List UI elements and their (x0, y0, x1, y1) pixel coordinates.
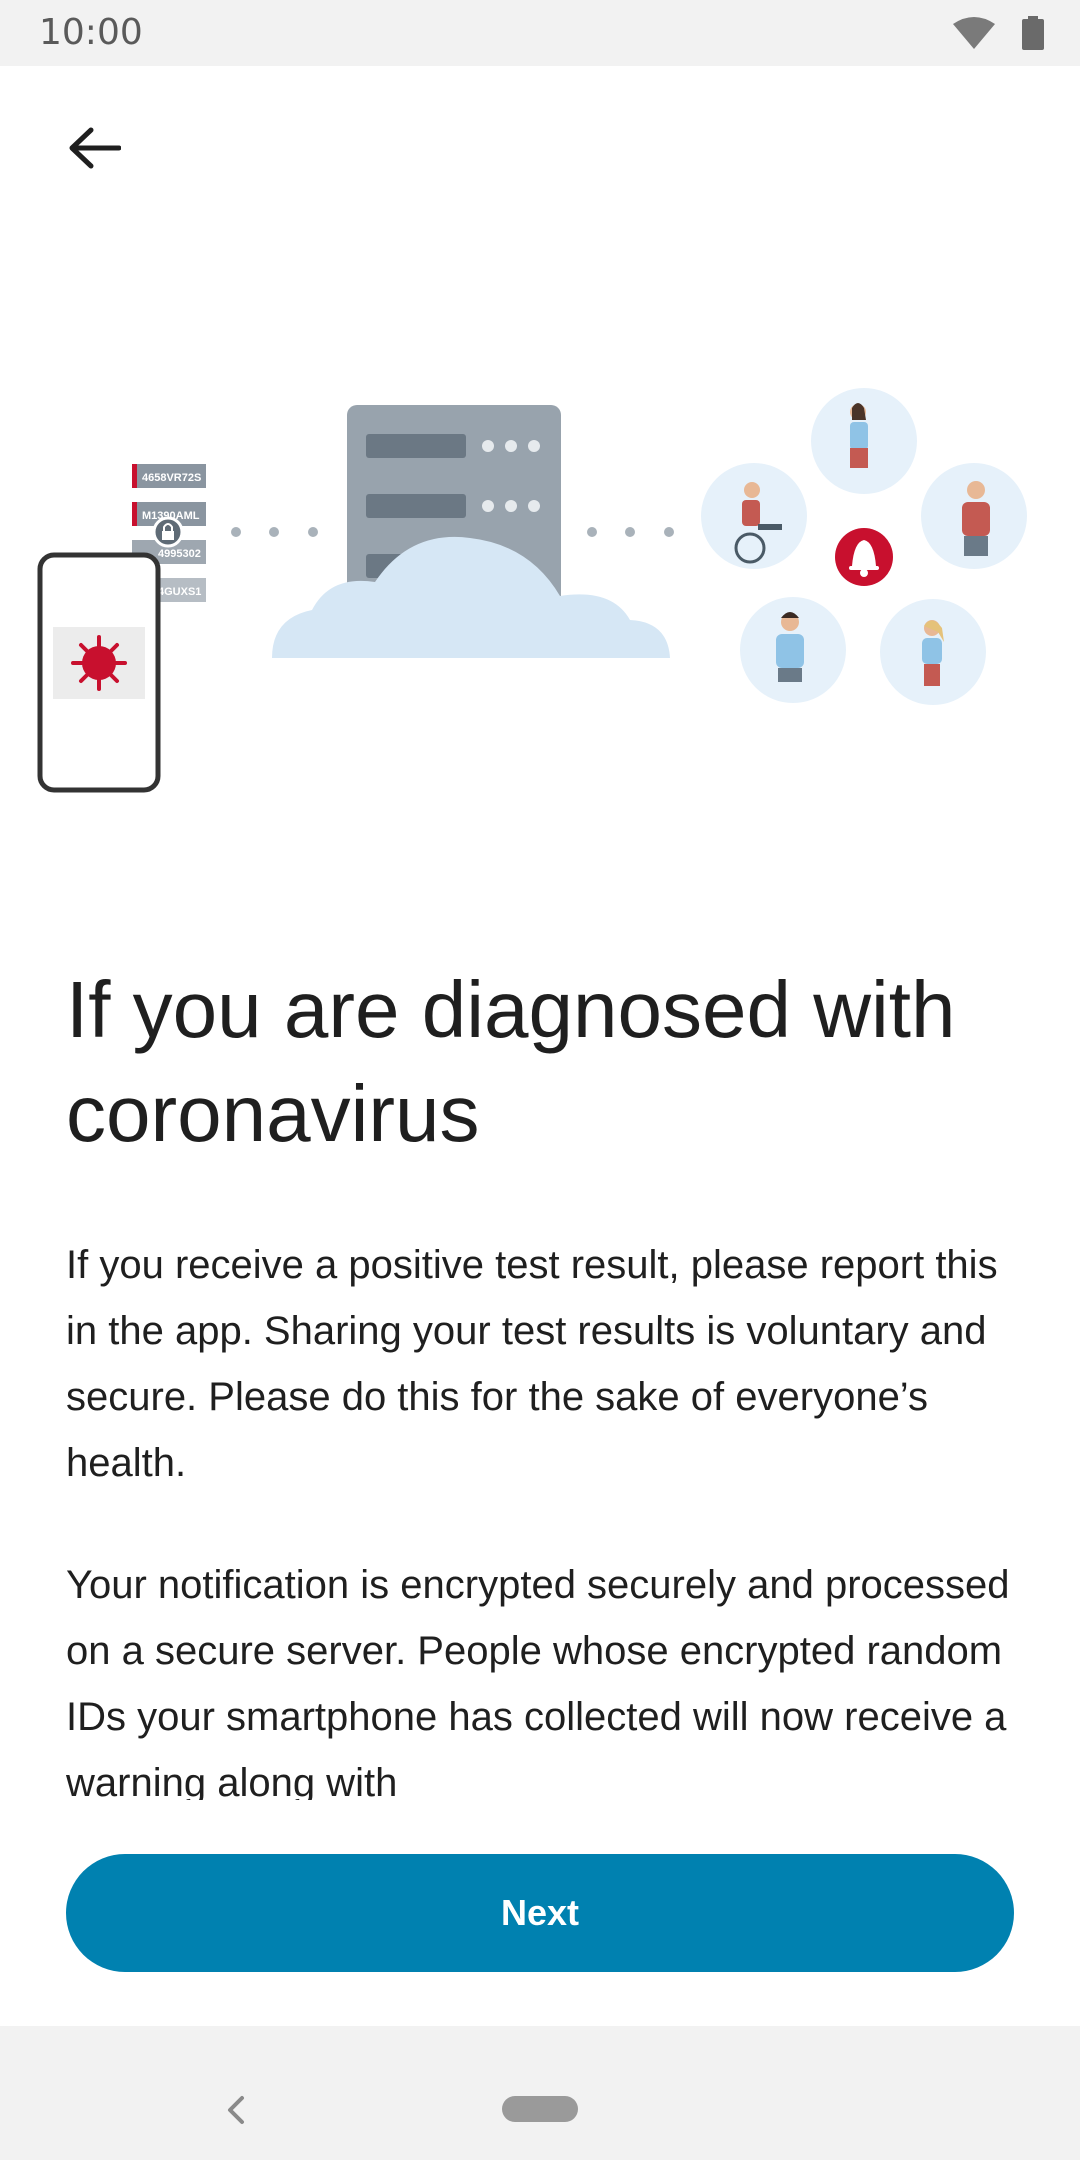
status-time: 10:00 (39, 12, 143, 53)
connection-dots-left (231, 527, 318, 537)
people-group (701, 388, 1027, 705)
body-paragraph-2: Your notification is encrypted securely … (66, 1563, 1010, 1800)
body-text[interactable]: If you receive a positive test result, p… (66, 1232, 1026, 1800)
nav-back-icon[interactable] (222, 2092, 250, 2128)
arrow-left-icon (69, 127, 121, 169)
lock-icon (152, 516, 184, 548)
hero-illustration: 4658VR72S M1390AML 4995302 4GUXS1 (37, 388, 1027, 793)
cloud-icon (272, 536, 670, 658)
body-paragraph-1: If you receive a positive test result, p… (66, 1243, 998, 1485)
wifi-icon (953, 17, 995, 49)
battery-icon (1022, 16, 1044, 50)
connection-dots-right (587, 527, 674, 537)
id-tag-4: 4GUXS1 (158, 586, 201, 598)
bell-icon (835, 528, 893, 586)
next-button[interactable]: Next (66, 1854, 1014, 1972)
home-pill-icon[interactable] (502, 2096, 578, 2122)
phone-illustration (37, 552, 161, 793)
virus-icon (71, 635, 127, 691)
status-bar: 10:00 (0, 0, 1080, 66)
page-title: If you are diagnosed with coronavirus (66, 965, 956, 1158)
back-button[interactable] (58, 112, 130, 184)
navigation-bar (0, 2026, 1080, 2160)
id-tag-3: 4995302 (158, 548, 201, 560)
id-tag-1: 4658VR72S (142, 472, 201, 484)
